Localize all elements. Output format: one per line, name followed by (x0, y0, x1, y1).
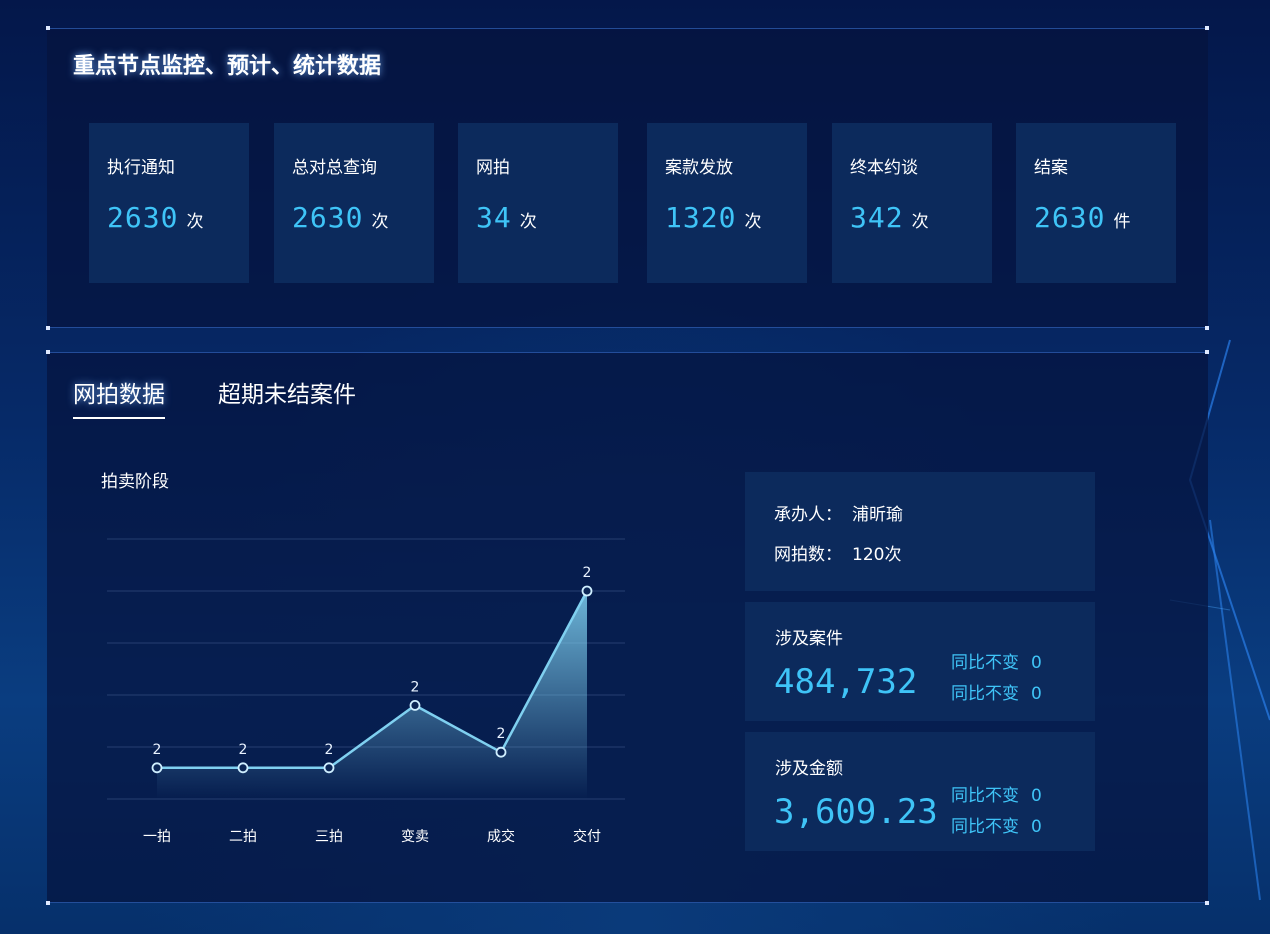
data-label: 2 (239, 742, 248, 758)
handler-line: 承办人： 浦昕瑜 (774, 500, 903, 525)
data-point (151, 762, 163, 774)
corner-marker (1205, 350, 1209, 354)
stat-card-interview[interactable]: 终本约谈 342 次 (832, 123, 992, 283)
stat-unit: 次 (186, 212, 205, 232)
stat-card-execution-notice[interactable]: 执行通知 2630 次 (89, 123, 249, 283)
stat-value: 342 次 (850, 201, 930, 234)
yoy-line: 同比不变 0 (951, 812, 1042, 837)
auction-panel: 网拍数据 超期未结案件 拍卖阶段 2 一拍 2 二拍 2 三拍 2 变卖 2 成交 2 交付 承办人：… (46, 350, 1209, 905)
monitoring-panel: 重点节点监控、预计、统计数据 执行通知 2630 次 总对总查询 2630 次 网拍… (46, 26, 1209, 330)
yoy-line: 同比不变 0 (951, 679, 1042, 704)
x-tick-label: 一拍 (143, 829, 171, 845)
stat-value: 34 次 (476, 201, 538, 234)
stat-unit: 件 (1113, 212, 1132, 232)
metric-label: 涉及金额 (775, 759, 843, 779)
data-label: 2 (325, 742, 334, 758)
auction-count-label: 网拍数： (774, 545, 842, 565)
cases-metric-card: 涉及案件 484,732 同比不变 0 同比不变 0 (745, 602, 1095, 721)
tab-overdue-cases[interactable]: 超期未结案件 (218, 375, 356, 417)
stat-card-online-auction[interactable]: 网拍 34 次 (458, 123, 618, 283)
auction-count-value: 120次 (852, 545, 902, 565)
corner-marker (1205, 901, 1209, 905)
chart-title: 拍卖阶段 (101, 472, 169, 492)
x-tick-label: 交付 (573, 828, 601, 845)
stat-value: 2630 件 (1034, 201, 1132, 234)
stat-card-total-query[interactable]: 总对总查询 2630 次 (274, 123, 434, 283)
metric-value: 484,732 (774, 662, 918, 702)
auction-stage-chart: 2 一拍 2 二拍 2 三拍 2 变卖 2 成交 2 交付 (107, 538, 625, 845)
stat-value: 2630 次 (107, 201, 205, 234)
stat-value: 1320 次 (665, 201, 763, 234)
handler-info-card: 承办人： 浦昕瑜 网拍数： 120次 (745, 472, 1095, 591)
stat-label: 总对总查询 (292, 158, 377, 178)
corner-marker (1205, 326, 1209, 330)
amount-metric-card: 涉及金额 3,609.23 同比不变 0 同比不变 0 (745, 732, 1095, 851)
yoy-label: 同比不变 (951, 653, 1019, 673)
stat-unit: 次 (371, 212, 390, 232)
yoy-label: 同比不变 (951, 817, 1019, 837)
corner-marker (1205, 26, 1209, 30)
yoy-label: 同比不变 (951, 684, 1019, 704)
stat-label: 执行通知 (107, 158, 175, 178)
yoy-value: 0 (1031, 684, 1042, 704)
data-label: 2 (583, 565, 592, 581)
yoy-value: 0 (1031, 653, 1042, 673)
tab-online-auction-data[interactable]: 网拍数据 (73, 375, 165, 419)
x-tick-label: 二拍 (229, 829, 257, 845)
metric-label: 涉及案件 (775, 629, 843, 649)
stat-label: 终本约谈 (850, 158, 918, 178)
auction-count-line: 网拍数： 120次 (774, 540, 901, 565)
metric-value: 3,609.23 (774, 792, 938, 832)
yoy-value: 0 (1031, 817, 1042, 837)
data-label: 2 (411, 679, 420, 695)
corner-marker (46, 26, 50, 30)
stat-unit: 次 (744, 212, 763, 232)
data-point (323, 762, 335, 774)
yoy-label: 同比不变 (951, 786, 1019, 806)
panel-title: 重点节点监控、预计、统计数据 (73, 54, 382, 79)
data-point (237, 762, 249, 774)
yoy-line: 同比不变 0 (951, 648, 1042, 673)
handler-value: 浦昕瑜 (852, 505, 903, 525)
x-tick-label: 成交 (487, 828, 515, 845)
yoy-value: 0 (1031, 786, 1042, 806)
data-label: 2 (497, 726, 506, 742)
stat-unit: 次 (519, 212, 538, 232)
stat-card-payment[interactable]: 案款发放 1320 次 (647, 123, 807, 283)
corner-marker (46, 901, 50, 905)
stat-label: 网拍 (476, 158, 510, 178)
stat-label: 案款发放 (665, 158, 733, 178)
stat-card-closed-cases[interactable]: 结案 2630 件 (1016, 123, 1176, 283)
yoy-line: 同比不变 0 (951, 781, 1042, 806)
corner-marker (46, 350, 50, 354)
x-tick-label: 变卖 (401, 829, 429, 845)
stat-label: 结案 (1034, 158, 1068, 178)
stat-value: 2630 次 (292, 201, 390, 234)
data-point (409, 699, 421, 711)
data-label: 2 (153, 742, 162, 758)
stat-unit: 次 (911, 212, 930, 232)
data-point (581, 585, 593, 597)
handler-label: 承办人： (774, 505, 842, 525)
corner-marker (46, 326, 50, 330)
data-point (495, 746, 507, 758)
x-tick-label: 三拍 (315, 829, 343, 845)
